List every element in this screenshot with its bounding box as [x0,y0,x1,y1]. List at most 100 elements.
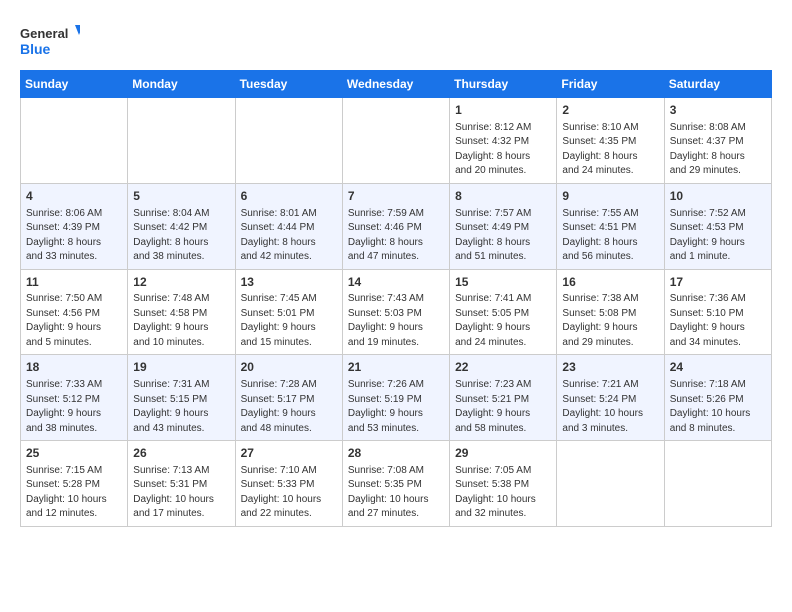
day-number: 2 [562,102,658,119]
day-number: 19 [133,359,229,376]
day-number: 12 [133,274,229,291]
weekday-header-sunday: Sunday [21,71,128,98]
day-info: Sunrise: 7:50 AM Sunset: 4:56 PM Dayligh… [26,292,122,350]
page-header: General Blue [20,20,772,60]
calendar-cell [342,98,449,184]
day-info: Sunrise: 7:23 AM Sunset: 5:21 PM Dayligh… [455,378,551,436]
calendar-cell: 12Sunrise: 7:48 AM Sunset: 4:58 PM Dayli… [128,269,235,355]
calendar-week-2: 11Sunrise: 7:50 AM Sunset: 4:56 PM Dayli… [21,269,772,355]
calendar-week-0: 1 Sunrise: 8:12 AM Sunset: 4:32 PM Daylig… [21,98,772,184]
calendar-cell [235,98,342,184]
calendar-cell: 26 Sunrise: 7:13 AM Sunset: 5:31 PM Dayli… [128,441,235,527]
day-info: Sunrise: 7:10 AM Sunset: 5:33 PM Dayligh… [241,464,337,522]
weekday-header-thursday: Thursday [450,71,557,98]
calendar-cell: 4 Sunrise: 8:06 AM Sunset: 4:39 PM Daylig… [21,183,128,269]
calendar-week-1: 4 Sunrise: 8:06 AM Sunset: 4:39 PM Daylig… [21,183,772,269]
svg-text:General: General [20,26,68,41]
day-number: 3 [670,102,766,119]
day-info: Sunrise: 8:12 AM Sunset: 4:32 PM Dayligh… [455,121,551,179]
calendar-week-3: 18 Sunrise: 7:33 AM Sunset: 5:12 PM Dayli… [21,355,772,441]
calendar-cell: 3 Sunrise: 8:08 AM Sunset: 4:37 PM Daylig… [664,98,771,184]
day-number: 16 [562,274,658,291]
calendar-cell [21,98,128,184]
day-number: 20 [241,359,337,376]
day-info: Sunrise: 7:36 AM Sunset: 5:10 PM Dayligh… [670,292,766,350]
day-number: 25 [26,445,122,462]
day-info: Sunrise: 8:06 AM Sunset: 4:39 PM Dayligh… [26,207,122,265]
day-number: 18 [26,359,122,376]
day-number: 14 [348,274,444,291]
day-number: 22 [455,359,551,376]
day-number: 13 [241,274,337,291]
day-number: 24 [670,359,766,376]
day-info: Sunrise: 7:45 AM Sunset: 5:01 PM Dayligh… [241,292,337,350]
weekday-header-wednesday: Wednesday [342,71,449,98]
calendar-cell: 13Sunrise: 7:45 AM Sunset: 5:01 PM Dayli… [235,269,342,355]
logo-svg: General Blue [20,20,80,60]
calendar-cell: 10 Sunrise: 7:52 AM Sunset: 4:53 PM Dayli… [664,183,771,269]
day-info: Sunrise: 7:52 AM Sunset: 4:53 PM Dayligh… [670,207,766,265]
calendar-cell [664,441,771,527]
calendar-cell: 5 Sunrise: 8:04 AM Sunset: 4:42 PM Daylig… [128,183,235,269]
calendar-cell [128,98,235,184]
calendar-cell: 23Sunrise: 7:21 AM Sunset: 5:24 PM Dayli… [557,355,664,441]
weekday-header-friday: Friday [557,71,664,98]
logo: General Blue [20,20,80,60]
calendar-cell: 2 Sunrise: 8:10 AM Sunset: 4:35 PM Daylig… [557,98,664,184]
day-info: Sunrise: 7:33 AM Sunset: 5:12 PM Dayligh… [26,378,122,436]
day-info: Sunrise: 7:26 AM Sunset: 5:19 PM Dayligh… [348,378,444,436]
day-number: 29 [455,445,551,462]
day-number: 4 [26,188,122,205]
day-number: 21 [348,359,444,376]
calendar-cell: 20 Sunrise: 7:28 AM Sunset: 5:17 PM Dayli… [235,355,342,441]
weekday-header-tuesday: Tuesday [235,71,342,98]
calendar-cell: 17Sunrise: 7:36 AM Sunset: 5:10 PM Dayli… [664,269,771,355]
day-number: 5 [133,188,229,205]
calendar-cell: 24 Sunrise: 7:18 AM Sunset: 5:26 PM Dayli… [664,355,771,441]
day-number: 10 [670,188,766,205]
day-info: Sunrise: 8:04 AM Sunset: 4:42 PM Dayligh… [133,207,229,265]
calendar-cell: 21 Sunrise: 7:26 AM Sunset: 5:19 PM Dayli… [342,355,449,441]
calendar-cell: 27 Sunrise: 7:10 AM Sunset: 5:33 PM Dayli… [235,441,342,527]
calendar-cell: 9Sunrise: 7:55 AM Sunset: 4:51 PM Daylig… [557,183,664,269]
day-info: Sunrise: 8:01 AM Sunset: 4:44 PM Dayligh… [241,207,337,265]
svg-text:Blue: Blue [20,41,51,57]
calendar-cell: 28 Sunrise: 7:08 AM Sunset: 5:35 PM Dayli… [342,441,449,527]
calendar-table: SundayMondayTuesdayWednesdayThursdayFrid… [20,70,772,527]
calendar-body: 1 Sunrise: 8:12 AM Sunset: 4:32 PM Daylig… [21,98,772,527]
day-number: 26 [133,445,229,462]
day-info: Sunrise: 7:18 AM Sunset: 5:26 PM Dayligh… [670,378,766,436]
day-number: 1 [455,102,551,119]
calendar-cell [557,441,664,527]
day-info: Sunrise: 8:10 AM Sunset: 4:35 PM Dayligh… [562,121,658,179]
calendar-cell: 25Sunrise: 7:15 AM Sunset: 5:28 PM Dayli… [21,441,128,527]
calendar-cell: 14Sunrise: 7:43 AM Sunset: 5:03 PM Dayli… [342,269,449,355]
day-info: Sunrise: 7:43 AM Sunset: 5:03 PM Dayligh… [348,292,444,350]
day-info: Sunrise: 7:48 AM Sunset: 4:58 PM Dayligh… [133,292,229,350]
day-number: 15 [455,274,551,291]
day-number: 27 [241,445,337,462]
day-info: Sunrise: 7:08 AM Sunset: 5:35 PM Dayligh… [348,464,444,522]
day-number: 17 [670,274,766,291]
calendar-cell: 18 Sunrise: 7:33 AM Sunset: 5:12 PM Dayli… [21,355,128,441]
calendar-cell: 11Sunrise: 7:50 AM Sunset: 4:56 PM Dayli… [21,269,128,355]
calendar-cell: 22 Sunrise: 7:23 AM Sunset: 5:21 PM Dayli… [450,355,557,441]
weekday-header-saturday: Saturday [664,71,771,98]
calendar-cell: 8Sunrise: 7:57 AM Sunset: 4:49 PM Daylig… [450,183,557,269]
day-info: Sunrise: 7:13 AM Sunset: 5:31 PM Dayligh… [133,464,229,522]
calendar-cell: 6 Sunrise: 8:01 AM Sunset: 4:44 PM Daylig… [235,183,342,269]
calendar-cell: 15Sunrise: 7:41 AM Sunset: 5:05 PM Dayli… [450,269,557,355]
day-info: Sunrise: 8:08 AM Sunset: 4:37 PM Dayligh… [670,121,766,179]
day-info: Sunrise: 7:55 AM Sunset: 4:51 PM Dayligh… [562,207,658,265]
day-info: Sunrise: 7:59 AM Sunset: 4:46 PM Dayligh… [348,207,444,265]
day-info: Sunrise: 7:28 AM Sunset: 5:17 PM Dayligh… [241,378,337,436]
day-number: 6 [241,188,337,205]
day-number: 11 [26,274,122,291]
calendar-cell: 16Sunrise: 7:38 AM Sunset: 5:08 PM Dayli… [557,269,664,355]
calendar-cell: 1 Sunrise: 8:12 AM Sunset: 4:32 PM Daylig… [450,98,557,184]
weekday-header-row: SundayMondayTuesdayWednesdayThursdayFrid… [21,71,772,98]
day-number: 28 [348,445,444,462]
calendar-cell: 7Sunrise: 7:59 AM Sunset: 4:46 PM Daylig… [342,183,449,269]
calendar-cell: 19Sunrise: 7:31 AM Sunset: 5:15 PM Dayli… [128,355,235,441]
calendar-cell: 29Sunrise: 7:05 AM Sunset: 5:38 PM Dayli… [450,441,557,527]
